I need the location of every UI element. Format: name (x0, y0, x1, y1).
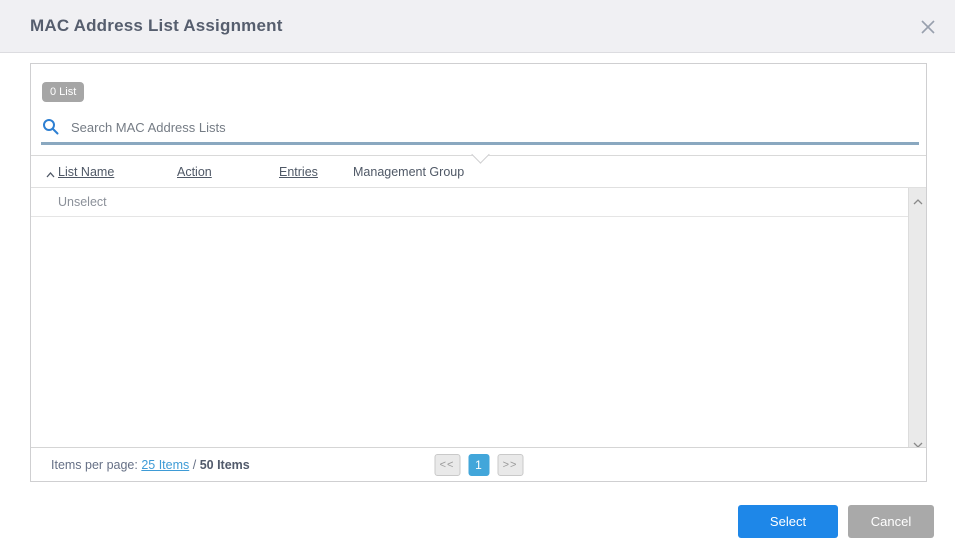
close-icon[interactable] (920, 19, 936, 35)
list-panel: 0 List List Name Action Entries Manageme… (30, 63, 927, 482)
column-header-entries[interactable]: Entries (279, 165, 318, 179)
table-row-unselect[interactable]: Unselect (31, 188, 908, 217)
column-header-action[interactable]: Action (177, 165, 212, 179)
pagination: << 1 >> (434, 454, 523, 476)
items-per-page-label: Items per page: (51, 458, 141, 472)
panel-footer: Items per page: 25 Items / 50 Items << 1… (31, 447, 926, 481)
per-page-separator: / (189, 458, 199, 472)
search-icon (42, 118, 59, 140)
search-bar (41, 112, 919, 142)
selected-count-badge: 0 List (42, 82, 84, 102)
select-button[interactable]: Select (738, 505, 838, 538)
pagination-prev-button[interactable]: << (434, 454, 460, 476)
pagination-page-1-button[interactable]: 1 (468, 454, 489, 476)
vertical-scrollbar[interactable] (908, 188, 926, 449)
table-body: Unselect (31, 188, 908, 448)
pagination-next-button[interactable]: >> (497, 454, 523, 476)
modal-header: MAC Address List Assignment (0, 0, 955, 53)
sort-asc-icon (46, 167, 55, 181)
search-input[interactable] (71, 115, 911, 139)
total-items-count: 50 Items (200, 458, 250, 472)
cancel-button[interactable]: Cancel (848, 505, 934, 538)
page-title: MAC Address List Assignment (0, 16, 283, 36)
items-per-page: Items per page: 25 Items / 50 Items (31, 458, 250, 472)
table-header-row: List Name Action Entries Management Grou… (31, 156, 926, 188)
column-header-management-group: Management Group (353, 165, 464, 179)
column-header-list-name[interactable]: List Name (58, 165, 114, 179)
scroll-up-icon[interactable] (912, 193, 924, 201)
per-page-link[interactable]: 25 Items (141, 458, 189, 472)
scroll-down-icon[interactable] (912, 436, 924, 444)
